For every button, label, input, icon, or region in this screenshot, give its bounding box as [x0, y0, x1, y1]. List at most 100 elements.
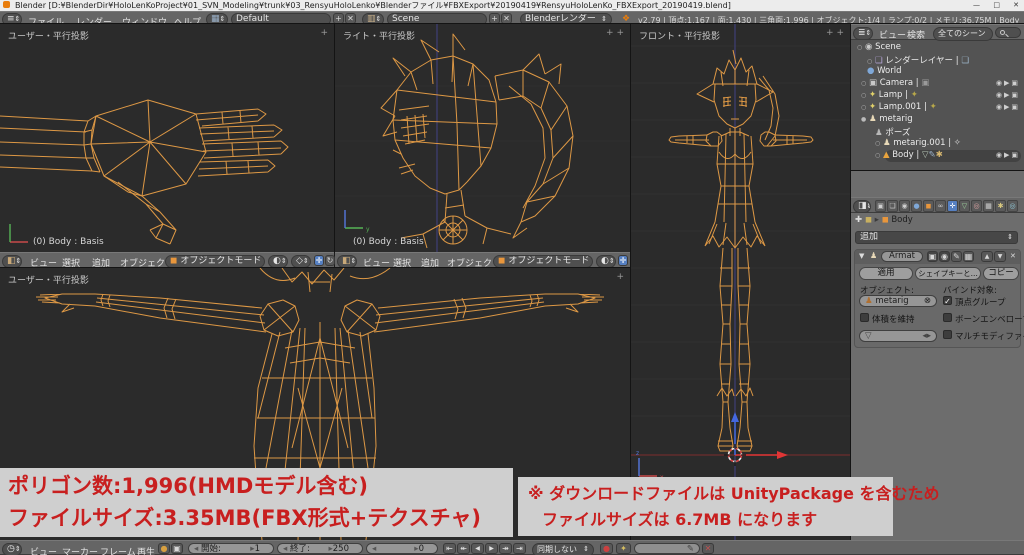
move-down-button[interactable]: ▼	[994, 251, 1006, 262]
apply-button[interactable]: 適用	[859, 267, 913, 280]
select-toggle-icon[interactable]: ▶	[1004, 151, 1011, 159]
tab-render-layers[interactable]: ❏	[887, 200, 898, 212]
editor-type-properties-button[interactable]: ◨⇕	[853, 200, 871, 213]
outliner-row-world[interactable]: ● World	[867, 66, 901, 76]
close-button[interactable]: ✕	[1013, 0, 1019, 10]
viewport-visibility-toggle[interactable]: ◉	[939, 251, 950, 262]
expand-icon[interactable]: ▼	[859, 252, 864, 260]
vertex-groups-checkbox[interactable]: ✓	[943, 296, 952, 305]
preserve-volume-checkbox[interactable]	[860, 313, 869, 322]
workspace-add-button[interactable]: +	[333, 13, 344, 24]
viewport-hand[interactable]: ユーザー・平行投影 + (0) Body : Basis	[0, 24, 334, 252]
bone-envelopes-checkbox[interactable]	[943, 313, 952, 322]
outliner-row-scene[interactable]: ○ ◉ Scene	[857, 42, 901, 52]
play-button[interactable]: ▶	[485, 543, 498, 554]
spin-right-icon[interactable]: ▸	[328, 544, 332, 555]
outliner-row-lamp001[interactable]: ○ ✦ Lamp.001 | ✦	[861, 102, 937, 112]
tab-object[interactable]: ◼	[923, 200, 934, 212]
outliner-row-pose[interactable]: ♟ ポーズ	[875, 126, 910, 138]
workspace-delete-button[interactable]: ✕	[345, 13, 356, 24]
mode-dropdown[interactable]: ◼ オブジェクトモード	[165, 255, 265, 268]
pin-icon[interactable]: ✚	[855, 215, 862, 225]
spin-left-icon[interactable]: ◂	[372, 544, 376, 555]
move-up-button[interactable]: ▲	[981, 251, 993, 262]
row-toggles[interactable]: ◉▶▣	[996, 103, 1020, 111]
next-keyframe-button[interactable]: ↠	[499, 543, 512, 554]
pivot-dropdown[interactable]: ◇⇕	[291, 255, 311, 268]
outliner-filter-dropdown[interactable]: 全てのシーン	[933, 27, 993, 41]
manipulator-translate-button[interactable]: ✛	[314, 255, 324, 266]
toolshelf-expand-icon[interactable]: + +	[606, 28, 624, 38]
mode-dropdown[interactable]: ◼ オブジェクトモード	[493, 255, 593, 268]
expand-toggle-icon[interactable]: ○	[857, 44, 862, 51]
modifier-name-field[interactable]: Armat	[881, 251, 923, 262]
eye-icon[interactable]: ◉	[996, 79, 1004, 87]
expand-toggle-icon[interactable]: ○	[867, 58, 872, 65]
add-modifier-dropdown[interactable]: 追加⇕	[855, 231, 1018, 244]
minimize-button[interactable]: —	[973, 0, 980, 10]
viewport-head[interactable]: y ライト・平行投影 + + (0) Body : Basis	[335, 24, 630, 252]
outliner-search-field[interactable]	[995, 27, 1021, 38]
spin-right-icon[interactable]: ▸	[927, 331, 931, 342]
tab-scene[interactable]: ◉	[899, 200, 910, 212]
timeline-menu-marker[interactable]: マーカー	[62, 545, 98, 555]
editor-type-outliner-button[interactable]: ≣⇕	[853, 27, 873, 40]
outliner-row-camera[interactable]: ○ ▣ Camera | ▣	[861, 78, 929, 88]
cage-toggle[interactable]: ▦	[963, 251, 974, 262]
scene-add-button[interactable]: +	[489, 13, 500, 24]
render-toggle-icon[interactable]: ▣	[1011, 151, 1020, 159]
tab-modifiers[interactable]: ✛	[947, 200, 958, 212]
editor-type-timeline-button[interactable]: ◷⇕	[2, 543, 22, 555]
outliner-row-metarig001[interactable]: ○ ♟ metarig.001 | ✧	[875, 138, 961, 148]
outliner-row-lamp[interactable]: ○ ✦ Lamp | ✦	[861, 90, 918, 100]
vertex-group-field[interactable]: ▽◂▸	[859, 330, 937, 342]
row-toggles[interactable]: ◉▶▣	[996, 79, 1020, 87]
render-visibility-toggle[interactable]: ▣	[927, 251, 938, 262]
toolshelf-expand-icon[interactable]: + +	[826, 28, 844, 38]
render-toggle-icon[interactable]: ▣	[1011, 79, 1020, 87]
timeline-menu-play[interactable]: 再生	[137, 545, 155, 555]
tab-constraints[interactable]: ∞	[935, 200, 946, 212]
lock-range-toggle[interactable]: ▣	[171, 543, 183, 554]
armature-object-field[interactable]: ♟ metarig⊗	[859, 295, 937, 307]
spin-right-icon[interactable]: ▸	[414, 544, 418, 555]
copy-button[interactable]: コピー	[983, 267, 1019, 280]
spin-left-icon[interactable]: ◂	[283, 544, 287, 555]
auto-keyframe-button[interactable]: ●	[600, 543, 613, 554]
edit-mode-toggle[interactable]: ✎	[951, 251, 962, 262]
tab-world[interactable]: ●	[911, 200, 922, 212]
delete-modifier-icon[interactable]: ✕	[1010, 252, 1016, 260]
editor-type-3dview-button[interactable]: ◧⇕	[337, 255, 357, 268]
spin-right-icon[interactable]: ▸	[250, 544, 254, 555]
expand-toggle-icon[interactable]: ○	[861, 104, 866, 111]
frame-end-field[interactable]: ◂ 終了: 250▸	[277, 543, 363, 554]
sync-dropdown[interactable]: 同期しない⇕	[532, 543, 594, 555]
multi-modifier-checkbox[interactable]	[943, 330, 952, 339]
tab-texture[interactable]: ▦	[983, 200, 994, 212]
expand-toggle-icon[interactable]: ○	[861, 80, 866, 87]
play-reverse-button[interactable]: ◀	[471, 543, 484, 554]
row-toggles[interactable]: ◉▶▣	[996, 151, 1020, 159]
viewport-shading-dropdown[interactable]: ◐⇕	[268, 255, 288, 268]
keying-set-menu-button[interactable]: ✦	[616, 543, 631, 554]
jump-to-start-button[interactable]: ⇤	[443, 543, 456, 554]
expand-toggle-icon[interactable]: ○	[861, 92, 866, 99]
jump-to-end-button[interactable]: ⇥	[513, 543, 526, 554]
outliner-menu-search[interactable]: 検索	[907, 28, 925, 41]
eye-icon[interactable]: ◉	[996, 103, 1004, 111]
toolshelf-expand-icon[interactable]: +	[616, 272, 624, 282]
playback-range-toggle[interactable]: ●	[158, 543, 170, 554]
manipulator-translate-button[interactable]: ✛	[618, 255, 628, 266]
tab-physics[interactable]: ◎	[1007, 200, 1018, 212]
expand-toggle-icon[interactable]: ○	[875, 140, 880, 147]
toolshelf-expand-icon[interactable]: +	[320, 28, 328, 38]
spin-icons[interactable]: ◂▸	[922, 331, 931, 342]
outliner-menu-view[interactable]: ビュー	[879, 28, 906, 41]
outliner-row-renderlayers[interactable]: ○ ❏ レンダーレイヤー | ❏	[867, 54, 969, 66]
apply-as-shapekey-button[interactable]: シェイプキーと...	[915, 267, 981, 280]
viewport-shading-dropdown[interactable]: ◐⇕	[596, 255, 616, 268]
spin-left-icon[interactable]: ◂	[194, 544, 198, 555]
select-toggle-icon[interactable]: ▶	[1004, 103, 1011, 111]
scene-delete-button[interactable]: ✕	[501, 13, 512, 24]
timeline-menu-view[interactable]: ビュー	[30, 545, 57, 555]
